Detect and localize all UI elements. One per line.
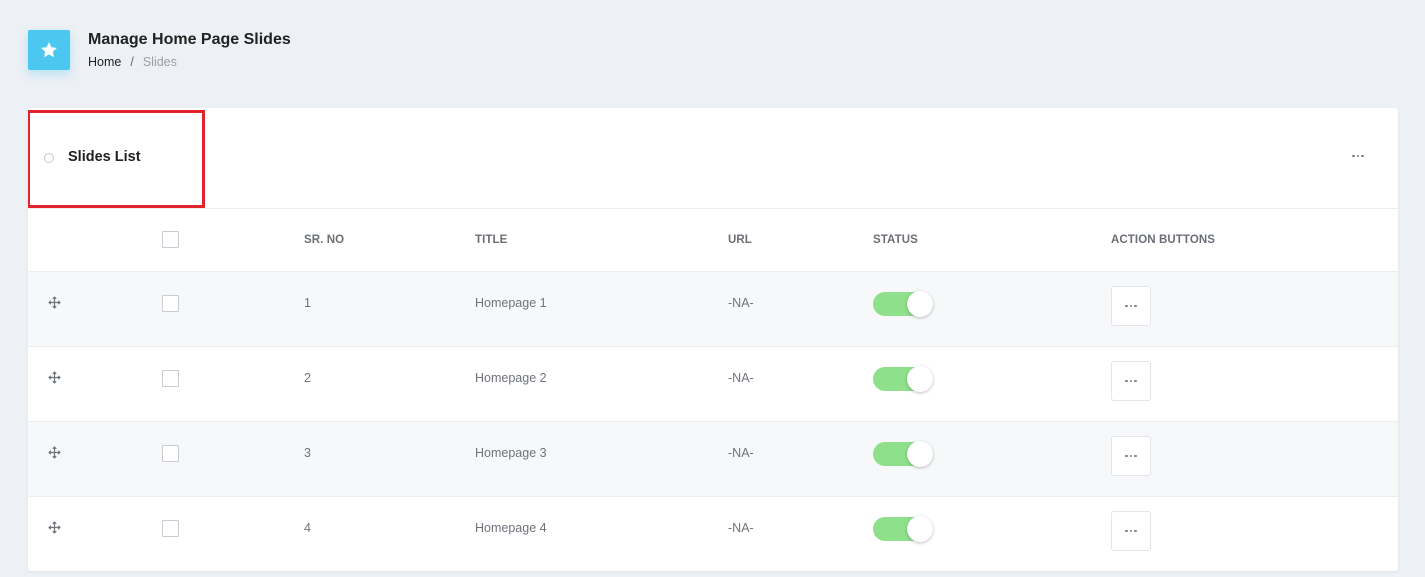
card-menu-button[interactable] <box>1350 148 1366 164</box>
table-row: 1 Homepage 1 -NA- <box>28 272 1398 347</box>
row-actions-button[interactable] <box>1111 436 1151 476</box>
row-sr-no: 3 <box>304 446 311 460</box>
table-row: 3 Homepage 3 -NA- <box>28 422 1398 497</box>
row-title: Homepage 4 <box>475 521 547 535</box>
row-url: -NA- <box>728 446 754 460</box>
more-horizontal-icon <box>1125 379 1137 383</box>
column-header-title[interactable]: TITLE <box>475 234 507 246</box>
row-title: Homepage 2 <box>475 371 547 385</box>
toggle-knob <box>907 516 933 542</box>
select-all-checkbox[interactable] <box>162 231 179 248</box>
page-title: Manage Home Page Slides <box>88 31 291 48</box>
drag-handle-icon[interactable] <box>48 296 61 309</box>
row-sr-no: 1 <box>304 296 311 310</box>
breadcrumb-home-link[interactable]: Home <box>88 55 121 69</box>
row-url: -NA- <box>728 521 754 535</box>
slides-card: Slides List SR. NO TITLE URL STATUS ACTI… <box>28 108 1398 571</box>
row-checkbox[interactable] <box>162 445 179 462</box>
toggle-knob <box>907 366 933 392</box>
star-icon <box>28 30 70 70</box>
row-sr-no: 4 <box>304 521 311 535</box>
card-title: Slides List <box>68 149 141 165</box>
row-sr-no: 2 <box>304 371 311 385</box>
drag-handle-icon[interactable] <box>48 521 61 534</box>
row-url: -NA- <box>728 296 754 310</box>
row-actions-button[interactable] <box>1111 361 1151 401</box>
row-actions-button[interactable] <box>1111 511 1151 551</box>
drag-handle-icon[interactable] <box>48 371 61 384</box>
table-row: 4 Homepage 4 -NA- <box>28 497 1398 571</box>
more-horizontal-icon <box>1125 529 1137 533</box>
more-horizontal-icon <box>1125 454 1137 458</box>
card-header: Slides List <box>28 108 1398 209</box>
column-header-actions: ACTION BUTTONS <box>1111 234 1216 246</box>
column-header-status[interactable]: STATUS <box>873 234 918 246</box>
row-checkbox[interactable] <box>162 295 179 312</box>
table-row: 2 Homepage 2 -NA- <box>28 347 1398 422</box>
status-toggle[interactable] <box>873 366 933 392</box>
breadcrumb-separator: / <box>130 55 134 69</box>
row-url: -NA- <box>728 371 754 385</box>
toggle-knob <box>907 291 933 317</box>
table-header: SR. NO TITLE URL STATUS ACTION BUTTONS <box>28 209 1398 272</box>
more-horizontal-icon <box>1125 304 1137 308</box>
status-toggle[interactable] <box>873 516 933 542</box>
row-actions-button[interactable] <box>1111 286 1151 326</box>
page-header: Manage Home Page Slides Home / Slides <box>28 30 291 70</box>
toggle-knob <box>907 441 933 467</box>
breadcrumb: Home / Slides <box>88 55 291 69</box>
circle-icon <box>44 153 54 163</box>
row-title: Homepage 1 <box>475 296 547 310</box>
row-checkbox[interactable] <box>162 520 179 537</box>
row-checkbox[interactable] <box>162 370 179 387</box>
breadcrumb-current: Slides <box>142 55 177 69</box>
status-toggle[interactable] <box>873 291 933 317</box>
column-header-url[interactable]: URL <box>728 234 752 246</box>
status-toggle[interactable] <box>873 441 933 467</box>
row-title: Homepage 3 <box>475 446 547 460</box>
column-header-sr-no[interactable]: SR. NO <box>304 234 344 246</box>
more-horizontal-icon <box>1352 154 1364 158</box>
drag-handle-icon[interactable] <box>48 446 61 459</box>
